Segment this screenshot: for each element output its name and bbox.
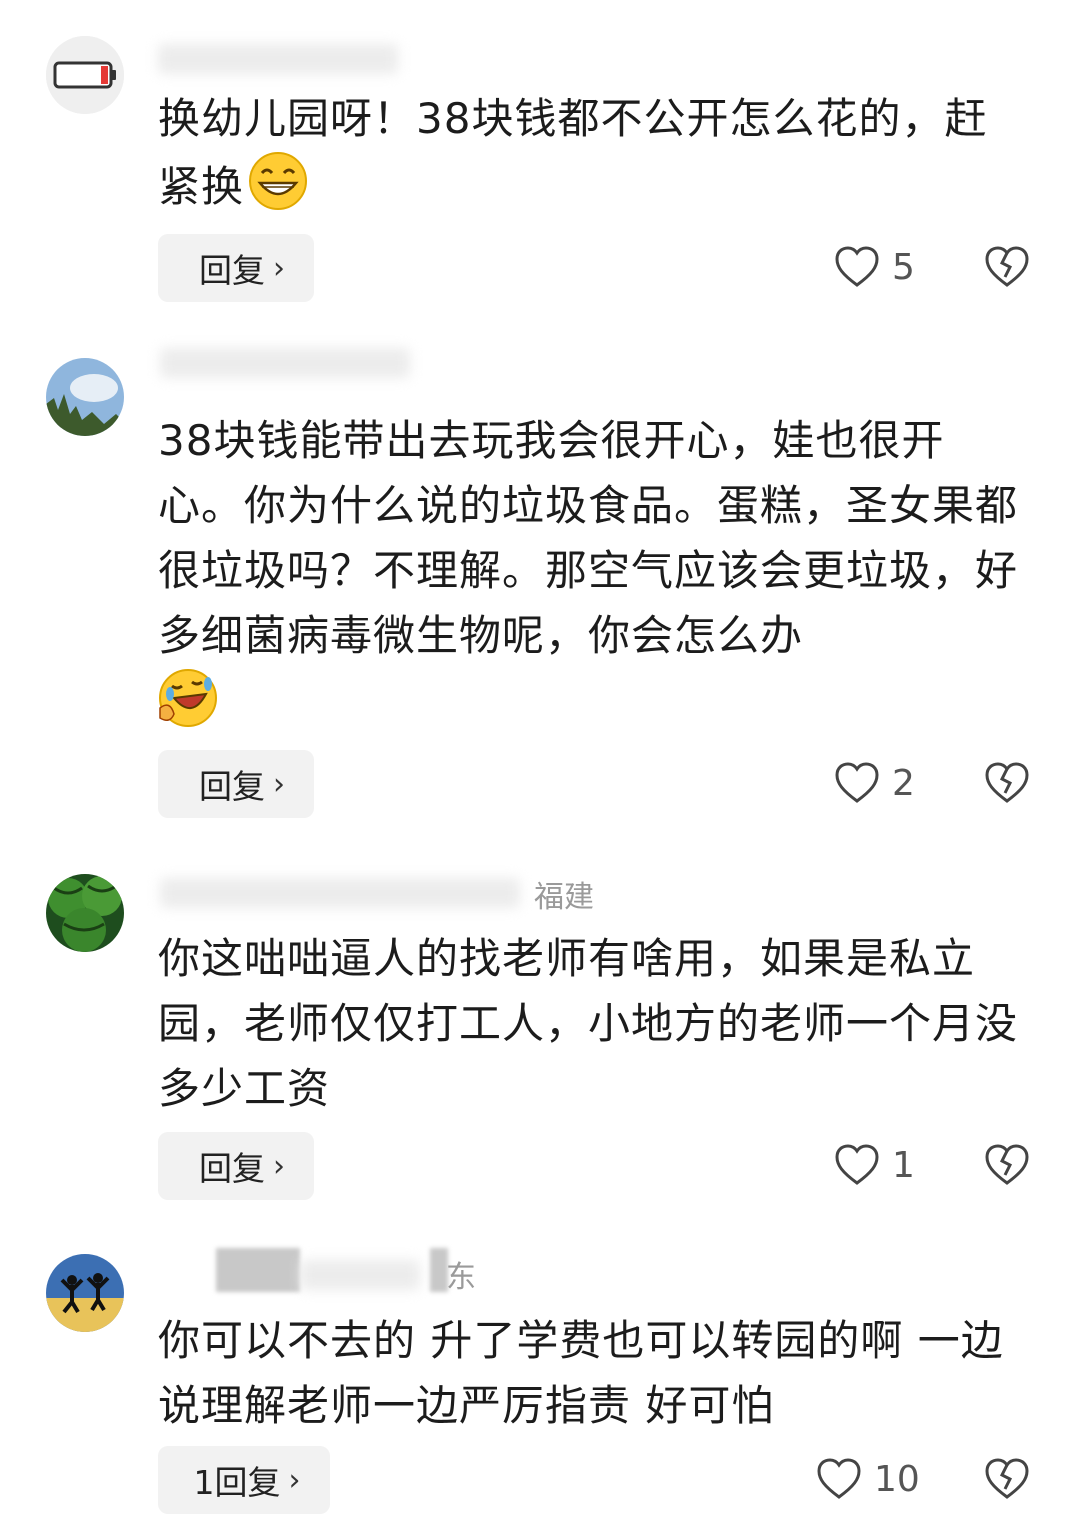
chevron-right-icon: › xyxy=(273,250,285,286)
rolling-laughing-emoji xyxy=(158,668,218,728)
comment-item: 换幼儿园呀！38块钱都不公开怎么花的，赶紧换 回复 › 5 xyxy=(0,0,1080,320)
comment-text: 38块钱能带出去玩我会很开心，娃也很开心。你为什么说的垃圾食品。蛋糕，圣女果都很… xyxy=(158,408,1018,736)
chevron-right-icon: › xyxy=(273,766,285,802)
like-count: 2 xyxy=(892,762,915,804)
reply-button[interactable]: 回复 › xyxy=(158,234,314,302)
dislike-icon[interactable] xyxy=(984,245,1030,289)
like-button[interactable]: 10 xyxy=(816,1454,920,1504)
reply-button[interactable]: 1回复 › xyxy=(158,1446,330,1514)
like-button[interactable]: 2 xyxy=(834,758,932,808)
chevron-right-icon: › xyxy=(273,1148,285,1184)
location-label: 东 xyxy=(446,1260,476,1295)
like-count: 10 xyxy=(874,1458,920,1500)
battery-low-icon xyxy=(46,36,124,114)
avatar[interactable] xyxy=(46,358,124,436)
heart-icon xyxy=(835,1144,879,1185)
jumping-people-icon xyxy=(46,1254,124,1332)
heart-icon xyxy=(817,1458,861,1499)
comment-item: 38块钱能带出去玩我会很开心，娃也很开心。你为什么说的垃圾食品。蛋糕，圣女果都很… xyxy=(0,320,1080,840)
avatar[interactable] xyxy=(46,1254,124,1332)
comment-item: 东 你可以不去的 升了学费也可以转园的啊 一边说理解老师一边严厉指责 好可怕 1… xyxy=(0,1220,1080,1528)
like-count: 1 xyxy=(892,1144,915,1186)
avatar[interactable] xyxy=(46,874,124,952)
grinning-face-emoji xyxy=(248,151,308,211)
dislike-icon[interactable] xyxy=(984,1457,1030,1501)
chevron-right-icon: › xyxy=(288,1462,301,1498)
like-count: 5 xyxy=(892,246,915,288)
sky-trees-icon xyxy=(46,358,124,436)
username-blur xyxy=(300,1260,420,1290)
comment-item: 福建 你这咄咄逼人的找老师有啥用，如果是私立园，老师仅仅打工人，小地方的老师一个… xyxy=(0,840,1080,1220)
avatar[interactable] xyxy=(46,36,124,114)
username[interactable] xyxy=(160,348,410,378)
heart-icon xyxy=(835,246,879,287)
comment-text: 换幼儿园呀！38块钱都不公开怎么花的，赶紧换 xyxy=(158,94,988,211)
comment-text: 你这咄咄逼人的找老师有啥用，如果是私立园，老师仅仅打工人，小地方的老师一个月没多… xyxy=(158,934,1019,1113)
username[interactable] xyxy=(216,1248,300,1292)
like-button[interactable]: 1 xyxy=(834,1140,932,1190)
comment-text: 你可以不去的 升了学费也可以转园的啊 一边说理解老师一边严厉指责 好可怕 xyxy=(158,1316,1004,1430)
dislike-icon[interactable] xyxy=(984,761,1030,805)
heart-icon xyxy=(835,762,879,803)
reply-button[interactable]: 回复 › xyxy=(158,1132,314,1200)
like-button[interactable]: 5 xyxy=(834,242,932,292)
username[interactable] xyxy=(160,878,520,908)
username[interactable] xyxy=(158,44,398,74)
watermelon-icon xyxy=(46,874,124,952)
dislike-icon[interactable] xyxy=(984,1143,1030,1187)
location-label: 福建 xyxy=(534,880,594,915)
reply-button[interactable]: 回复 › xyxy=(158,750,314,818)
